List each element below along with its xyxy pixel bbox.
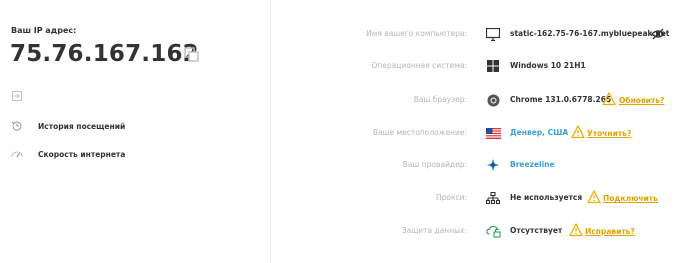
unlocked-cloud-icon — [485, 223, 501, 239]
network-icon — [485, 190, 501, 206]
warning-icon — [571, 125, 585, 139]
location-value[interactable]: Денвер, США — [510, 128, 568, 137]
proxy-label: Прокси: — [435, 193, 467, 202]
nav-speed-label: Скорость интернета — [38, 149, 126, 159]
copy-icon[interactable] — [184, 47, 200, 63]
chrome-icon — [485, 92, 501, 108]
us-flag-icon — [485, 125, 501, 141]
update-browser-link[interactable]: Обновить? — [619, 96, 664, 105]
fix-protection-link[interactable]: Исправить? — [585, 227, 635, 236]
connect-proxy-link[interactable]: Подключить — [603, 194, 658, 203]
row-data-protection: Защита данных: Отсутствует Исправить? — [280, 221, 690, 241]
row-location: Ваше местоположение: Денвер, США Уточнит… — [280, 123, 690, 143]
login-icon[interactable] — [12, 91, 22, 101]
hide-eye-icon[interactable] — [651, 27, 665, 41]
nav-history-label: История посещений — [38, 121, 126, 131]
warning-icon — [587, 190, 601, 204]
proxy-value: Не используется — [510, 193, 583, 202]
refine-location-link[interactable]: Уточнить? — [587, 129, 631, 138]
row-browser: Ваш браузер: Chrome 131.0.6778.265 Обнов… — [280, 90, 690, 110]
warning-icon — [569, 223, 583, 237]
speed-gauge-icon — [11, 151, 23, 158]
protection-value: Отсутствует — [510, 226, 563, 235]
os-label: Операционная система: — [371, 61, 467, 70]
row-proxy: Прокси: Не используется Подключить — [280, 188, 690, 208]
provider-label: Ваш провайдер: — [402, 160, 467, 169]
nav-history[interactable]: История посещений — [11, 119, 125, 133]
provider-value: Breezeline — [510, 160, 555, 169]
history-icon — [11, 121, 22, 131]
row-computer-name: Имя вашего компьютера: static-162.75-76-… — [280, 24, 690, 44]
computer-name-value: static-162.75-76-167.mybluepeak.net — [510, 29, 670, 38]
ip-panel: Ваш IP адрес: 75.76.167.162 История посе… — [0, 0, 271, 263]
browser-value: Chrome 131.0.6778.265 — [510, 95, 612, 104]
browser-label: Ваш браузер: — [413, 95, 467, 104]
nav-speed[interactable]: Скорость интернета — [11, 147, 125, 161]
provider-icon — [485, 157, 501, 173]
protection-label: Защита данных: — [401, 226, 467, 235]
windows-icon — [485, 58, 501, 74]
computer-name-label: Имя вашего компьютера: — [366, 29, 467, 38]
row-provider: Ваш провайдер: Breezeline — [280, 155, 690, 175]
ip-address: 75.76.167.162 — [10, 41, 199, 67]
ip-label: Ваш IP адрес: — [11, 26, 77, 35]
os-value: Windows 10 21H1 — [510, 61, 586, 70]
monitor-icon — [485, 26, 501, 42]
row-os: Операционная система: Windows 10 21H1 — [280, 56, 690, 76]
warning-icon — [602, 92, 616, 106]
location-label: Ваше местоположение: — [372, 128, 467, 137]
